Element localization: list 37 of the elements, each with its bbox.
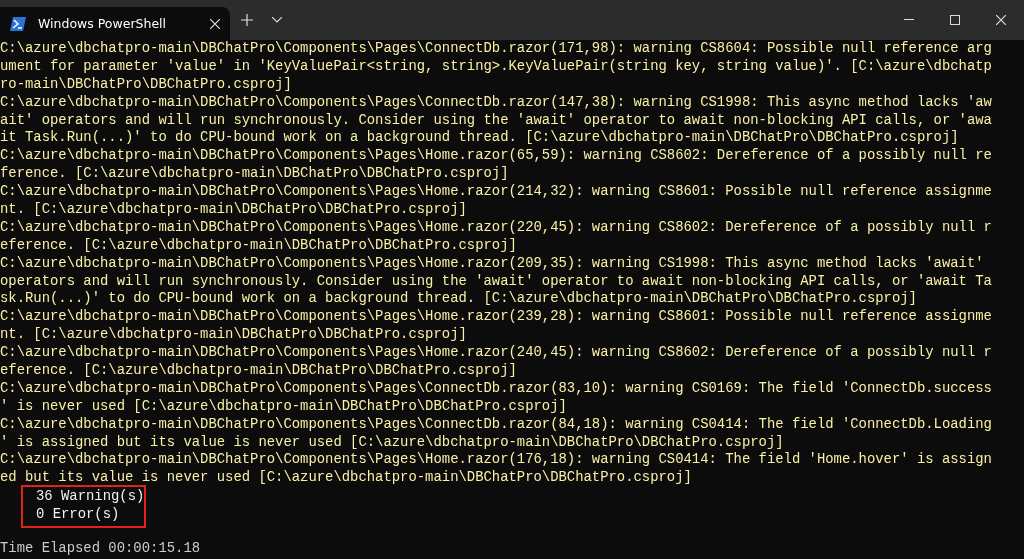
warning-line: C:\azure\dbchatpro-main\DBChatPro\Components\Pages\Home.razor(176,18): warning CS0414: The field 'Home.hover' is assign <box>0 451 993 470</box>
warning-line: ed but its value is never used [C:\azure\dbchatpro-main\DBChatPro\DBChatPro.csproj] <box>0 469 693 488</box>
minimize-icon[interactable] <box>904 19 914 21</box>
summary-line: 36 Warning(s) <box>36 488 142 507</box>
elapsed-time: Time Elapsed 00:00:15.18 <box>0 540 202 558</box>
warning-line: C:\azure\dbchatpro-main\DBChatPro\Components\Pages\ConnectDb.razor(84,18): warning CS0414: The field 'ConnectDb.Loading <box>0 415 993 434</box>
warning-line: C:\azure\dbchatpro-main\DBChatPro\Components\Pages\Home.razor(239,28): warning CS8601: Possible null reference assignme <box>0 308 993 327</box>
plus-icon[interactable] <box>241 14 253 26</box>
warning-line: C:\azure\dbchatpro-main\DBChatPro\Components\Pages\ConnectDb.razor(147,38): warning CS1998: This async method lacks 'aw <box>0 93 993 112</box>
tab-title: Windows PowerShell <box>38 16 168 31</box>
warning-line: sk.Run(...)' to do CPU-bound work on a background thread. [C:\azure\dbchatpro-main\DBChatPro\DBChatPro.csproj] <box>0 290 918 309</box>
warning-line: C:\azure\dbchatpro-main\DBChatPro\Components\Pages\Home.razor(240,45): warning CS8602: Dereference of a possibly null r <box>0 344 993 363</box>
warning-line: ' is never used [C:\azure\dbchatpro-main\DBChatPro\DBChatPro.csproj] <box>0 397 568 416</box>
powershell-icon <box>10 16 26 31</box>
warning-line: ference. [C:\azure\dbchatpro-main\DBChatPro\DBChatPro.csproj] <box>0 165 510 184</box>
warning-line: eference. [C:\azure\dbchatpro-main\DBChatPro\DBChatPro.csproj] <box>0 362 518 380</box>
warning-line: ' is assigned but its value is never used [C:\azure\dbchatpro-main\DBChatPro\DBChatPro.csproj] <box>0 433 785 452</box>
warning-line: eference. [C:\azure\dbchatpro-main\DBChatPro\DBChatPro.csproj] <box>0 236 518 255</box>
warning-line: ument for parameter 'value' in 'KeyValuePair<string, string>.KeyValuePair(string key, string value)'. [C:\azure\dbchatp <box>0 57 993 76</box>
warning-line: ait' operators and will run synchronously. Consider using the 'await' operator to await non-blocking API calls, or 'awa <box>0 111 993 130</box>
warning-line: nt. [C:\azure\dbchatpro-main\DBChatPro\DBChatPro.csproj] <box>0 201 468 219</box>
close-icon[interactable] <box>210 18 220 29</box>
chevron-down-icon[interactable] <box>272 17 282 23</box>
warning-line: C:\azure\dbchatpro-main\DBChatPro\Components\Pages\Home.razor(65,59): warning CS8602: Dereference of a possibly null re <box>0 147 993 166</box>
warning-line: ro-main\DBChatPro\DBChatPro.csproj] <box>0 75 293 94</box>
terminal-tab[interactable]: Windows PowerShell <box>0 7 230 40</box>
warning-line: operators and will run synchronously. Consider using the 'await' operator to await non-blocking API calls, or 'await Ta <box>0 272 993 291</box>
warning-line: nt. [C:\azure\dbchatpro-main\DBChatPro\DBChatPro.csproj] <box>0 326 468 345</box>
close-icon[interactable] <box>996 15 1006 25</box>
warning-line: C:\azure\dbchatpro-main\DBChatPro\Components\Pages\Home.razor(220,45): warning CS8602: Dereference of a possibly null r <box>0 218 993 237</box>
warning-line: C:\azure\dbchatpro-main\DBChatPro\Components\Pages\ConnectDb.razor(83,10): warning CS0169: The field 'ConnectDb.success <box>0 379 993 398</box>
warning-line: C:\azure\dbchatpro-main\DBChatPro\Components\Pages\Home.razor(214,32): warning CS8601: Possible null reference assignme <box>0 183 993 201</box>
summary-line: 0 Error(s) <box>36 506 121 525</box>
warning-line: C:\azure\dbchatpro-main\DBChatPro\Components\Pages\ConnectDb.razor(171,98): warning CS8604: Possible null reference arg <box>0 40 993 58</box>
warning-line: C:\azure\dbchatpro-main\DBChatPro\Components\Pages\Home.razor(209,35): warning CS1998: This async method lacks 'await' <box>0 254 985 273</box>
maximize-icon[interactable] <box>950 15 960 25</box>
warning-line: it Task.Run(...)' to do CPU-bound work on a background thread. [C:\azure\dbchatpro-main\DBChatPro\DBChatPro.csproj] <box>0 129 960 148</box>
